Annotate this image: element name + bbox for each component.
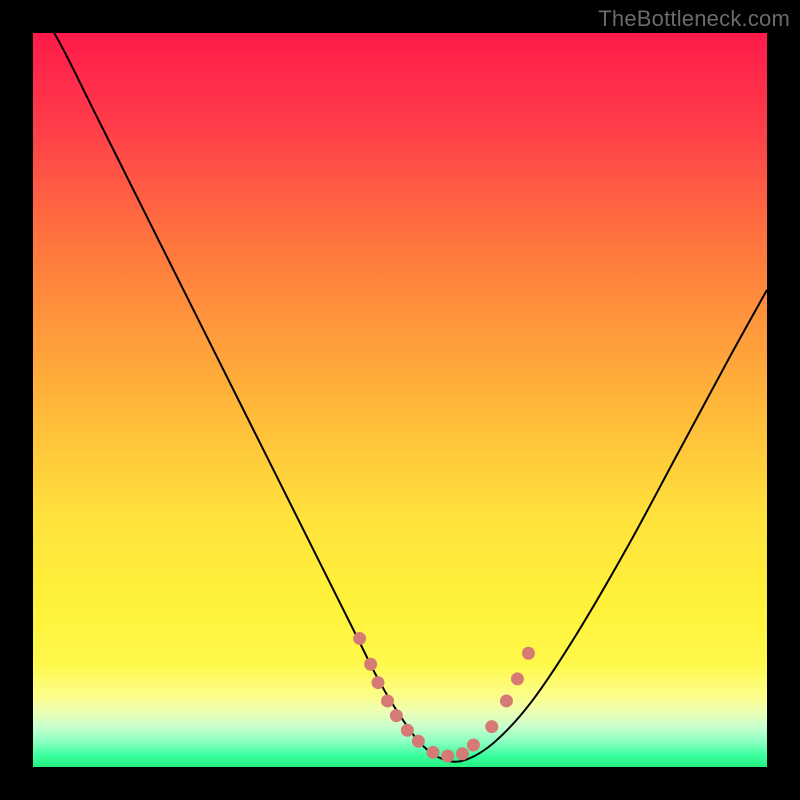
overlay-dot: [390, 709, 403, 722]
chart-stage: TheBottleneck.com: [0, 0, 800, 800]
gradient-background: [33, 33, 767, 767]
overlay-dot: [401, 724, 414, 737]
watermark-text: TheBottleneck.com: [598, 6, 790, 32]
plot-area: [33, 33, 767, 767]
overlay-dot: [381, 694, 394, 707]
overlay-dot: [522, 647, 535, 660]
overlay-dot: [456, 747, 469, 760]
overlay-dot: [500, 694, 513, 707]
overlay-dot: [353, 632, 366, 645]
overlay-dot: [371, 676, 384, 689]
plot-svg: [33, 33, 767, 767]
overlay-dot: [427, 746, 440, 759]
overlay-dot: [364, 658, 377, 671]
overlay-dot: [485, 720, 498, 733]
overlay-dot: [467, 738, 480, 751]
overlay-dot: [441, 749, 454, 762]
overlay-dot: [511, 672, 524, 685]
overlay-dot: [412, 735, 425, 748]
